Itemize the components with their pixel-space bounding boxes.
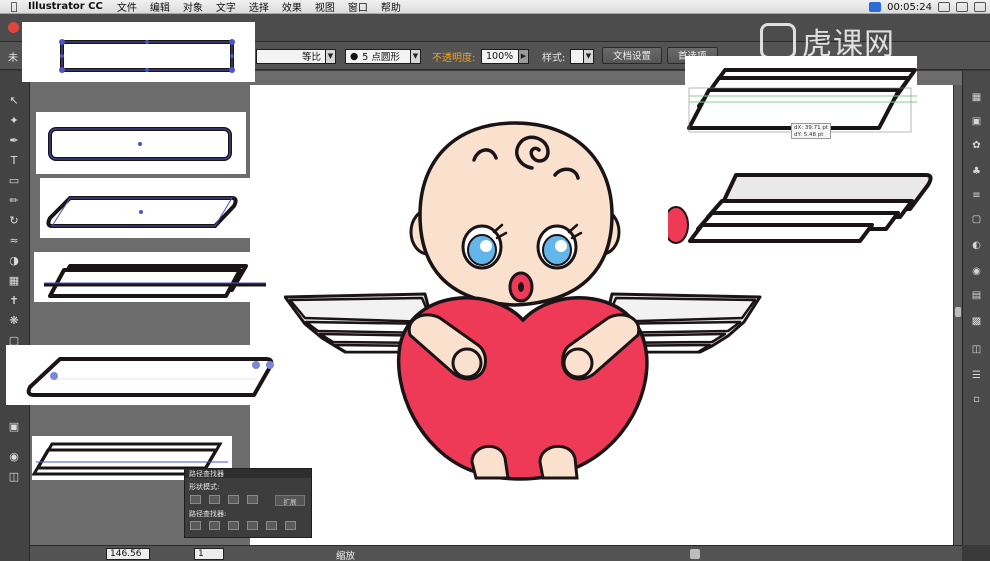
layers-panel-icon[interactable]: ☰ — [970, 369, 983, 382]
brushes-panel-icon[interactable]: ✿ — [970, 139, 983, 152]
symbols-panel-icon[interactable]: ♣ — [970, 165, 983, 178]
pathfinder-panel: 路径查找器 形状模式: 扩展 路径查找器: — [184, 468, 312, 538]
expand-button[interactable]: 扩展 — [275, 495, 305, 506]
pathfinder-title: 路径查找器 — [189, 469, 224, 478]
reference-step-4 — [34, 252, 284, 302]
pathfinders-label: 路径查找器: — [189, 510, 227, 518]
reference-step-8 — [668, 165, 938, 253]
status-bar: 146.56 1 缩放 — [30, 545, 962, 561]
panel-dock: ▦ ▣ ✿ ♣ ≡ ▢ ◐ ◉ ▤ ▩ ◫ ☰ ▫ — [962, 71, 990, 545]
gradient-panel-icon[interactable]: ▢ — [970, 213, 983, 226]
minus-back-button[interactable] — [285, 521, 296, 530]
merge-button[interactable] — [228, 521, 239, 530]
intersect-button[interactable] — [228, 495, 239, 504]
crop-button[interactable] — [247, 521, 258, 530]
reference-step-5 — [6, 345, 276, 405]
zoom-level-field[interactable]: 146.56 — [106, 548, 150, 560]
divide-button[interactable] — [190, 521, 201, 530]
pathfinder-panel-icon[interactable]: ◫ — [970, 343, 983, 356]
reference-step-1 — [22, 22, 255, 82]
left-foot — [470, 444, 510, 480]
minus-front-button[interactable] — [209, 495, 220, 504]
color-panel-icon[interactable]: ▦ — [970, 91, 983, 104]
appearance-panel-icon[interactable]: ◉ — [970, 265, 983, 278]
trim-button[interactable] — [209, 521, 220, 530]
horizontal-scroll-thumb[interactable] — [690, 549, 700, 559]
exclude-button[interactable] — [247, 495, 258, 504]
transform-panel-icon[interactable]: ▩ — [970, 315, 983, 328]
status-tool-text[interactable]: 缩放 — [336, 548, 355, 561]
move-tooltip: dX: 39.71 pt dY: 5.48 pt — [791, 123, 831, 139]
right-foot — [538, 444, 579, 480]
tooltip-dx: dX: 39.71 pt — [794, 125, 829, 131]
vertical-scrollbar[interactable] — [953, 85, 962, 545]
artboards-panel-icon[interactable]: ▫ — [970, 393, 983, 406]
illustrator-window:  Illustrator CC 文件 编辑 对象 文字 选择 效果 视图 窗口… — [0, 0, 990, 561]
shape-modes-label: 形状模式: — [189, 483, 220, 491]
transparency-panel-icon[interactable]: ◐ — [970, 239, 983, 252]
reference-step-3 — [40, 178, 250, 238]
outline-button[interactable] — [266, 521, 277, 530]
pathfinder-panel-header[interactable]: 路径查找器 — [185, 469, 311, 478]
swatches-panel-icon[interactable]: ▣ — [970, 115, 983, 128]
align-panel-icon[interactable]: ▤ — [970, 289, 983, 302]
tooltip-dy: dY: 5.48 pt — [794, 132, 824, 138]
unite-button[interactable] — [190, 495, 201, 504]
artboard-number-field[interactable]: 1 — [194, 548, 224, 560]
stroke-panel-icon[interactable]: ≡ — [970, 189, 983, 202]
reference-step-2 — [36, 112, 246, 174]
vertical-scroll-thumb[interactable] — [955, 307, 961, 317]
